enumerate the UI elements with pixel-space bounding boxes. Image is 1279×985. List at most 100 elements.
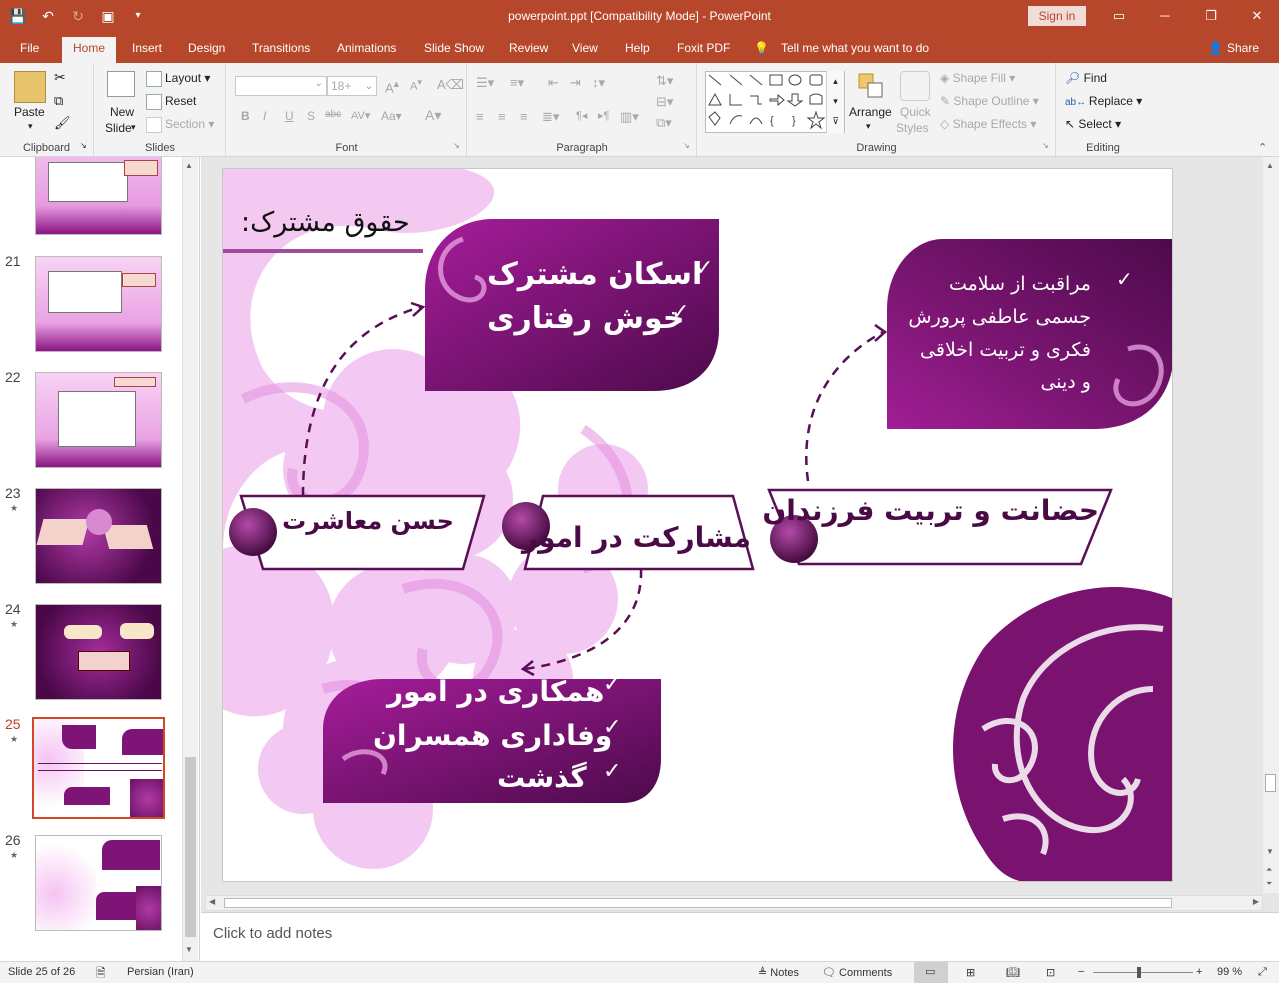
quick-styles-icon[interactable] [900, 71, 930, 101]
slide-vertical-scrollbar[interactable]: ▲ ▼ ⏶ ⏷ [1263, 157, 1279, 893]
clipboard-launcher-icon[interactable]: ↘ [80, 141, 87, 150]
minimize-icon[interactable]: ─ [1150, 6, 1180, 26]
smartart-icon[interactable]: ⧉▾ [656, 115, 672, 131]
tab-animations[interactable]: Animations [337, 41, 396, 55]
paragraph-launcher-icon[interactable]: ↘ [683, 141, 690, 150]
clear-formatting-icon[interactable]: A⌫ [437, 77, 464, 93]
box-top-left-line1[interactable]: اسکان مشترک [487, 257, 702, 292]
font-color-icon[interactable]: A▾ [425, 107, 441, 124]
box-top-right-line2[interactable]: جسمی عاطفی پرورش [908, 306, 1091, 328]
shape-outline-button[interactable]: ✎ Shape Outline ▾ [940, 94, 1039, 108]
quick-styles-line1[interactable]: Quick [900, 105, 931, 119]
slide-sorter-icon[interactable]: ⊞ [966, 966, 975, 979]
restore-icon[interactable]: ❐ [1196, 6, 1226, 26]
fit-to-window-icon[interactable]: ⤢ [1258, 966, 1267, 979]
slide-show-icon[interactable]: ⊡ [1046, 966, 1055, 979]
slide-thumbnail-23[interactable] [35, 488, 162, 584]
box-bottom-line3[interactable]: گذشت [497, 761, 587, 794]
reset-button[interactable]: Reset [146, 94, 196, 110]
share-button[interactable]: Share [1227, 41, 1259, 55]
collapse-ribbon-icon[interactable]: ⌃ [1258, 141, 1267, 154]
sign-in-button[interactable]: Sign in [1028, 6, 1086, 26]
justify-icon[interactable]: ≣▾ [542, 109, 559, 125]
arrange-dropdown-icon[interactable]: ▾ [866, 121, 871, 132]
tab-file[interactable]: File [20, 41, 39, 55]
box-top-right-line1[interactable]: مراقبت از سلامت [911, 273, 1091, 295]
paste-button[interactable]: Paste [14, 105, 45, 119]
reading-view-icon[interactable]: 📖︎ [1006, 966, 1020, 979]
align-right-icon[interactable]: ≡ [520, 109, 528, 124]
paste-icon[interactable] [14, 71, 46, 103]
slide-thumbnail-25-selected[interactable] [32, 717, 165, 819]
tab-transitions[interactable]: Transitions [252, 41, 310, 55]
strikethrough-icon[interactable]: abc [325, 109, 341, 120]
paste-dropdown-icon[interactable]: ▾ [28, 121, 33, 132]
scroll-down-icon[interactable]: ▼ [1266, 847, 1274, 856]
line-spacing-icon[interactable]: ↕▾ [592, 75, 605, 91]
tab-home[interactable]: Home [62, 37, 117, 63]
tab-insert[interactable]: Insert [132, 41, 162, 55]
box-top-left-line2[interactable]: خوش رفتاری [487, 301, 684, 336]
text-direction-icon[interactable]: ⇅▾ [656, 73, 673, 89]
tab-foxit-pdf[interactable]: Foxit PDF [677, 41, 730, 55]
decrease-font-icon[interactable]: A▾ [410, 77, 422, 93]
arrange-icon[interactable] [856, 71, 886, 101]
slide-canvas[interactable]: حقوق مشترک: ✓ اسکان مشترک ✓ خوش رفتاری ✓… [222, 168, 1173, 882]
zoom-in-icon[interactable]: + [1196, 966, 1202, 978]
copy-icon[interactable]: ⧉ [54, 93, 63, 109]
tell-me-search[interactable]: Tell me what you want to do [781, 41, 929, 55]
scroll-thumb[interactable] [185, 757, 196, 937]
increase-font-icon[interactable]: A▴ [385, 77, 399, 95]
columns-icon[interactable]: ▥▾ [620, 109, 639, 125]
slide-thumbnail-21[interactable] [35, 256, 162, 352]
align-text-icon[interactable]: ⊟▾ [656, 94, 673, 110]
notes-placeholder[interactable]: Click to add notes [213, 925, 332, 942]
language-indicator[interactable]: Persian (Iran) [127, 966, 194, 978]
font-size-combo[interactable]: 18+ ⌄ [327, 76, 377, 96]
shape-effects-button[interactable]: ◇ Shape Effects ▾ [940, 117, 1036, 131]
italic-icon[interactable]: I [263, 109, 266, 123]
font-launcher-icon[interactable]: ↘ [453, 141, 460, 150]
scroll-right-icon[interactable]: ▶ [1253, 897, 1259, 906]
bullets-icon[interactable]: ☰▾ [476, 75, 494, 91]
scroll-thumb[interactable] [1265, 774, 1276, 792]
zoom-slider-thumb[interactable] [1137, 967, 1141, 978]
slide-horizontal-scrollbar[interactable]: ◀ ▶ [205, 895, 1263, 911]
change-case-icon[interactable]: Aa▾ [381, 109, 402, 123]
spell-check-icon[interactable]: 🗎 [96, 964, 106, 985]
align-center-icon[interactable]: ≡ [498, 109, 506, 124]
label-left-text[interactable]: حسن معاشرت [273, 507, 463, 535]
character-spacing-icon[interactable]: AV▾ [351, 109, 370, 122]
close-icon[interactable]: ✕ [1242, 6, 1272, 26]
section-button[interactable]: Section ▾ [146, 117, 214, 133]
previous-slide-icon[interactable]: ⏶ [1266, 865, 1272, 875]
thumbnails-scrollbar[interactable]: ▲ ▼ [182, 157, 198, 961]
shapes-gallery[interactable]: {} [705, 71, 845, 133]
notes-pane[interactable]: Click to add notes [201, 912, 1279, 961]
arrange-button[interactable]: Arrange [849, 105, 892, 119]
scroll-thumb[interactable] [224, 898, 1172, 908]
label-middle-text[interactable]: مشارکت در امور [522, 521, 751, 554]
numbering-icon[interactable]: ≡▾ [510, 75, 524, 91]
new-slide-dropdown-icon[interactable]: ▾ [131, 122, 136, 133]
format-painter-icon[interactable]: 🖌 [54, 115, 71, 131]
font-name-combo[interactable]: ⌄ [235, 76, 327, 96]
label-right-text[interactable]: حضانت و تربیت فرزندان [762, 494, 1099, 527]
new-slide-button-line1[interactable]: New [110, 105, 134, 119]
tab-view[interactable]: View [572, 41, 598, 55]
scroll-up-icon[interactable]: ▲ [1266, 161, 1274, 170]
shapes-gallery-scroll[interactable]: ▴ ▾ ⊽ [826, 71, 844, 133]
slide-thumbnail-24[interactable] [35, 604, 162, 700]
scroll-down-icon[interactable]: ▼ [185, 945, 193, 954]
slide-thumbnail-22[interactable] [35, 372, 162, 468]
box-bottom-line2[interactable]: وفاداری همسران [373, 719, 612, 752]
underline-icon[interactable]: U [285, 109, 294, 123]
new-slide-icon[interactable] [107, 71, 135, 97]
find-button[interactable]: 🔎︎ Find [1065, 71, 1107, 85]
layout-button[interactable]: Layout ▾ [146, 71, 210, 87]
cut-icon[interactable]: ✂ [54, 69, 66, 86]
slide-thumbnail-20[interactable] [35, 157, 162, 235]
scroll-left-icon[interactable]: ◀ [209, 897, 215, 906]
next-slide-icon[interactable]: ⏷ [1266, 879, 1272, 889]
align-left-icon[interactable]: ≡ [476, 109, 484, 124]
